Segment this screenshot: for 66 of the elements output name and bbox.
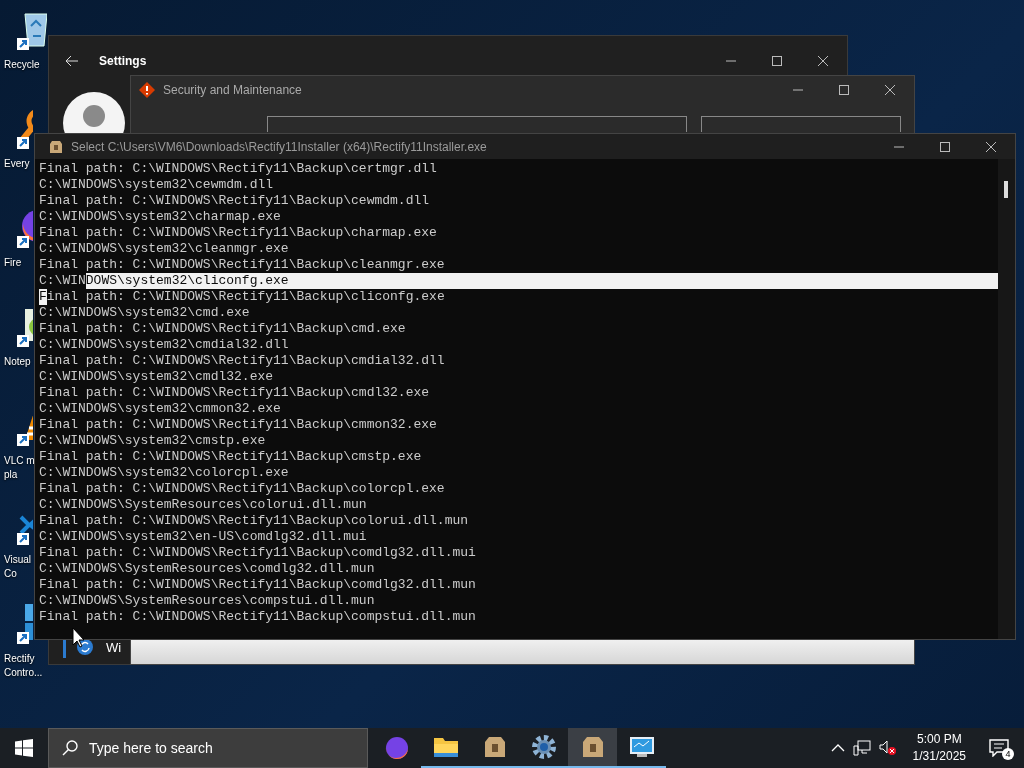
muted-speaker-icon[interactable]	[878, 740, 897, 756]
console-line: C:\WINDOWS\system32\colorcpl.exe	[39, 465, 290, 481]
console-line: C:\WINDOWS\system32\charmap.exe	[39, 209, 282, 225]
display-icon[interactable]	[628, 736, 655, 758]
package-icon	[49, 139, 63, 154]
icon-label: Rectify	[3, 652, 35, 666]
console-line: C:\WINDOWS\system32\cewmdm.dll	[39, 177, 275, 193]
icon-label: VLC m	[3, 454, 35, 468]
icon-label: Fire	[3, 256, 22, 270]
console-line: Final path: C:\WINDOWS\Rectify11\Backup\cliconfg.exe	[39, 289, 446, 305]
console-line: C:\WINDOWS\SystemResources\comdlg32.dll.mun	[39, 561, 376, 577]
message-icon	[989, 739, 1009, 757]
console-line: C:\WINDOWS\system32\cleanmgr.exe	[39, 241, 290, 257]
warning-shield-icon	[139, 82, 155, 98]
close-button[interactable]	[884, 84, 896, 96]
close-button[interactable]	[817, 55, 829, 67]
console-line: C:\WINDOWS\system32\en-US\comdlg32.dll.mui	[39, 529, 368, 545]
notification-button[interactable]: 4	[982, 728, 1016, 768]
console-line: C:\WINDOWS\system32\cmdial32.dll	[39, 337, 290, 353]
console-line: C:\WINDOWS\SystemResources\compstui.dll.mun	[39, 593, 376, 609]
console-line: Final path: C:\WINDOWS\Rectify11\Backup\colorui.dll.mun	[39, 513, 470, 529]
console-line: Final path: C:\WINDOWS\Rectify11\Backup\cmstp.exe	[39, 449, 423, 465]
window-title: Security and Maintenance	[163, 83, 303, 97]
console-line: Final path: C:\WINDOWS\Rectify11\Backup\certmgr.dll	[39, 161, 438, 177]
console-line: C:\WINDOWS\system32\cliconfg.exe	[39, 273, 998, 289]
maximize-button[interactable]	[838, 84, 850, 96]
console-line: Final path: C:\WINDOWS\Rectify11\Backup\cmdial32.dll	[39, 353, 446, 369]
gear-icon[interactable]	[530, 734, 557, 760]
console-line: C:\WINDOWS\system32\cmmon32.exe	[39, 401, 282, 417]
console-line: Final path: C:\WINDOWS\Rectify11\Backup\comdlg32.dll.mui	[39, 545, 477, 561]
package-icon[interactable]	[482, 736, 507, 758]
console-line: Final path: C:\WINDOWS\Rectify11\Backup\cmmon32.exe	[39, 417, 438, 433]
console-line: Final path: C:\WINDOWS\Rectify11\Backup\cewmdm.dll	[39, 193, 431, 209]
icon-label: pla	[3, 468, 18, 482]
window-title: Settings	[99, 54, 148, 68]
chevron-up-icon[interactable]	[830, 743, 845, 753]
icon-label: Contro...	[3, 666, 43, 680]
console-line: C:\WINDOWS\SystemResources\colorui.dll.mun	[39, 497, 368, 513]
console-line: C:\WINDOWS\system32\cmd.exe	[39, 305, 251, 321]
search-field[interactable]: Type here to search	[48, 728, 368, 768]
icon-label: Notep	[3, 355, 31, 369]
console-line: Final path: C:\WINDOWS\Rectify11\Backup\cleanmgr.exe	[39, 257, 446, 273]
icon-label: Co	[3, 567, 17, 581]
windows-logo-icon[interactable]	[15, 739, 33, 757]
icon-label: Visual	[3, 553, 32, 567]
icon-label: Every	[3, 157, 30, 171]
console-line: Final path: C:\WINDOWS\Rectify11\Backup\colorcpl.exe	[39, 481, 446, 497]
network-icon[interactable]	[852, 740, 871, 756]
back-arrow-icon[interactable]	[65, 55, 79, 67]
console-line: Final path: C:\WINDOWS\Rectify11\Backup\compstui.dll.mun	[39, 609, 477, 625]
console-line: C:\WINDOWS\system32\cmdl32.exe	[39, 369, 275, 385]
console-line: C:\WINDOWS\system32\cmstp.exe	[39, 433, 267, 449]
close-button[interactable]	[985, 140, 997, 153]
console-line: Final path: C:\WINDOWS\Rectify11\Backup\cmdl32.exe	[39, 385, 431, 401]
icon-label: Recycle	[3, 58, 40, 72]
maximize-button[interactable]	[939, 140, 951, 153]
folder-icon[interactable]	[432, 735, 459, 759]
window-title: Select C:\Users\VM6\Downloads\Rectify11Installer (x64)\Rectify11Installer.exe	[71, 139, 488, 154]
maximize-button[interactable]	[771, 55, 783, 67]
package-icon[interactable]	[580, 736, 605, 758]
scrollbar[interactable]	[998, 159, 1015, 639]
console-line: Final path: C:\WINDOWS\Rectify11\Backup\cmd.exe	[39, 321, 407, 337]
clock[interactable]: 5:00 PM 1/31/2025	[904, 731, 974, 765]
notification-count: 4	[1002, 748, 1014, 760]
console-line: Final path: C:\WINDOWS\Rectify11\Backup\comdlg32.dll.mun	[39, 577, 477, 593]
console-line: Final path: C:\WINDOWS\Rectify11\Backup\charmap.exe	[39, 225, 438, 241]
